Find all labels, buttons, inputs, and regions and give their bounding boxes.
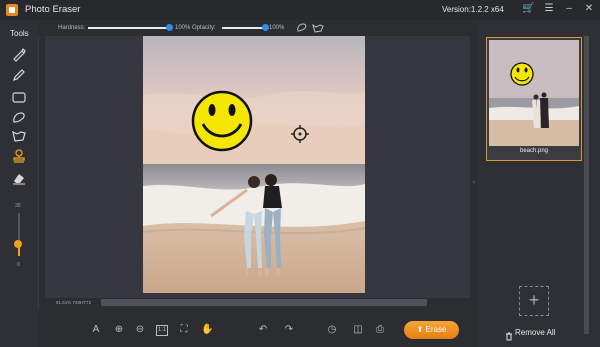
opacity-knob[interactable] [262, 24, 269, 31]
minimize-icon[interactable]: – [563, 3, 575, 15]
hardness-value: 100% [175, 25, 191, 31]
version-label: Version:1.2.2 x64 [442, 5, 504, 14]
actual-size-icon[interactable]: 1:1 [156, 325, 168, 336]
hardness-knob[interactable] [166, 24, 173, 31]
polygon-lasso-icon[interactable] [11, 128, 27, 144]
pencil-icon[interactable] [11, 67, 27, 83]
app-title: Photo Eraser [25, 4, 81, 15]
trash-icon[interactable] [505, 328, 513, 341]
brush-size-max: 30 [15, 203, 21, 209]
brush-size-min: 0 [17, 262, 20, 268]
eraser-icon[interactable] [11, 170, 27, 186]
hand-icon[interactable]: ✋ [201, 324, 213, 336]
cart-icon[interactable]: 🛒 [522, 3, 534, 15]
menu-icon[interactable]: ☰ [543, 3, 555, 15]
beach-photo[interactable] [143, 36, 365, 293]
erase-button[interactable]: ⬆ Erase [404, 321, 459, 339]
add-file-button[interactable]: + [519, 286, 549, 316]
history-icon[interactable]: ◷ [326, 324, 338, 336]
fit-icon[interactable]: ⛶ [178, 324, 190, 336]
zoom-out-icon[interactable]: ⊖ [134, 324, 146, 336]
erase-label: Erase [425, 325, 447, 334]
opacity-slider[interactable] [222, 27, 266, 29]
collapse-arrow-icon[interactable]: › [473, 180, 475, 186]
file-panel-scrollbar[interactable] [584, 36, 589, 334]
redo-icon[interactable]: ↷ [283, 324, 295, 336]
remove-all-button[interactable]: Remove All [515, 328, 555, 337]
hardness-label: Hardness: [58, 25, 86, 31]
title-bar: Photo Eraser Version:1.2.2 x64 🛒 ☰ – ✕ [0, 0, 600, 20]
brush-icon[interactable] [11, 46, 27, 62]
polygon-option-icon[interactable] [312, 22, 324, 34]
thumbnail-image [489, 40, 579, 146]
brush-size-knob[interactable] [14, 240, 22, 248]
hardness-slider[interactable] [88, 27, 170, 29]
rectangle-icon[interactable] [11, 89, 27, 105]
print-icon[interactable]: ⎙ [374, 324, 386, 336]
lasso-option-icon[interactable] [296, 22, 308, 34]
zoom-in-icon[interactable]: ⊕ [113, 324, 125, 336]
undo-icon[interactable]: ↶ [257, 324, 269, 336]
horizontal-scrollbar[interactable] [101, 299, 427, 306]
app-logo-icon [6, 4, 18, 16]
file-name: beach.png [519, 148, 549, 154]
text-size-icon[interactable]: A [90, 324, 102, 336]
options-bar: Hardness: 100% Optacity: 100% [38, 20, 470, 36]
tools-label: Tools [10, 29, 29, 38]
stamp-icon[interactable] [11, 148, 27, 164]
coordinate-readout: 81.61% 748HT72 [56, 300, 92, 305]
tools-sidebar: Tools 30 0 [0, 20, 39, 347]
close-icon[interactable]: ✕ [583, 3, 595, 15]
lasso-icon[interactable] [11, 110, 27, 126]
opacity-label: Optacity: [192, 25, 216, 31]
compare-icon[interactable]: ◫ [352, 324, 364, 336]
opacity-value: 100% [269, 25, 285, 31]
file-thumbnail-card[interactable]: beach.png [486, 37, 582, 161]
